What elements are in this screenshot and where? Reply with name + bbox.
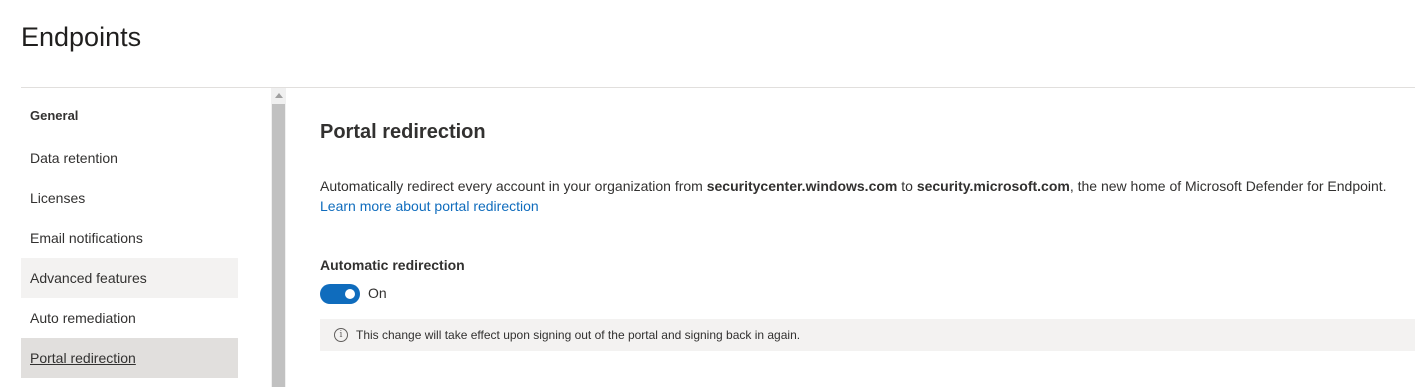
automatic-redirection-label: Automatic redirection	[320, 257, 465, 273]
sidebar-scrollbar[interactable]	[271, 88, 286, 387]
section-title: Portal redirection	[320, 121, 486, 143]
settings-sidebar: General Data retention Licenses Email no…	[21, 88, 238, 387]
sidebar-item-advanced-features[interactable]: Advanced features	[21, 258, 238, 298]
toggle-state-text: On	[368, 285, 387, 301]
sidebar-item-email-notifications[interactable]: Email notifications	[21, 218, 238, 258]
description-text-3: , the new home of Microsoft Defender for…	[1069, 178, 1387, 194]
scrollbar-thumb[interactable]	[272, 104, 285, 387]
sidebar-item-licenses[interactable]: Licenses	[21, 178, 238, 218]
info-circle-icon: i	[334, 328, 348, 342]
old-domain: securitycenter.windows.com	[706, 178, 898, 194]
description-text-2: to	[897, 178, 917, 194]
page-title: Endpoints	[21, 22, 142, 52]
sidebar-heading-general: General	[30, 108, 79, 123]
description-text-1: Automatically redirect every account in …	[320, 178, 707, 194]
info-message-bar: i This change will take effect upon sign…	[320, 319, 1415, 351]
portal-redirection-panel: Portal redirection Automatically redirec…	[320, 88, 1415, 387]
scroll-up-arrow-icon[interactable]	[275, 93, 283, 98]
automatic-redirection-toggle[interactable]	[320, 284, 360, 304]
info-message-text: This change will take effect upon signin…	[356, 328, 801, 342]
learn-more-link[interactable]: Learn more about portal redirection	[320, 196, 539, 216]
sidebar-item-data-retention[interactable]: Data retention	[21, 138, 238, 178]
sidebar-item-portal-redirection[interactable]: Portal redirection	[21, 338, 238, 378]
toggle-knob	[345, 289, 355, 299]
redirection-description: Automatically redirect every account in …	[320, 176, 1387, 216]
new-domain: security.microsoft.com	[916, 178, 1070, 194]
sidebar-item-auto-remediation[interactable]: Auto remediation	[21, 298, 238, 338]
